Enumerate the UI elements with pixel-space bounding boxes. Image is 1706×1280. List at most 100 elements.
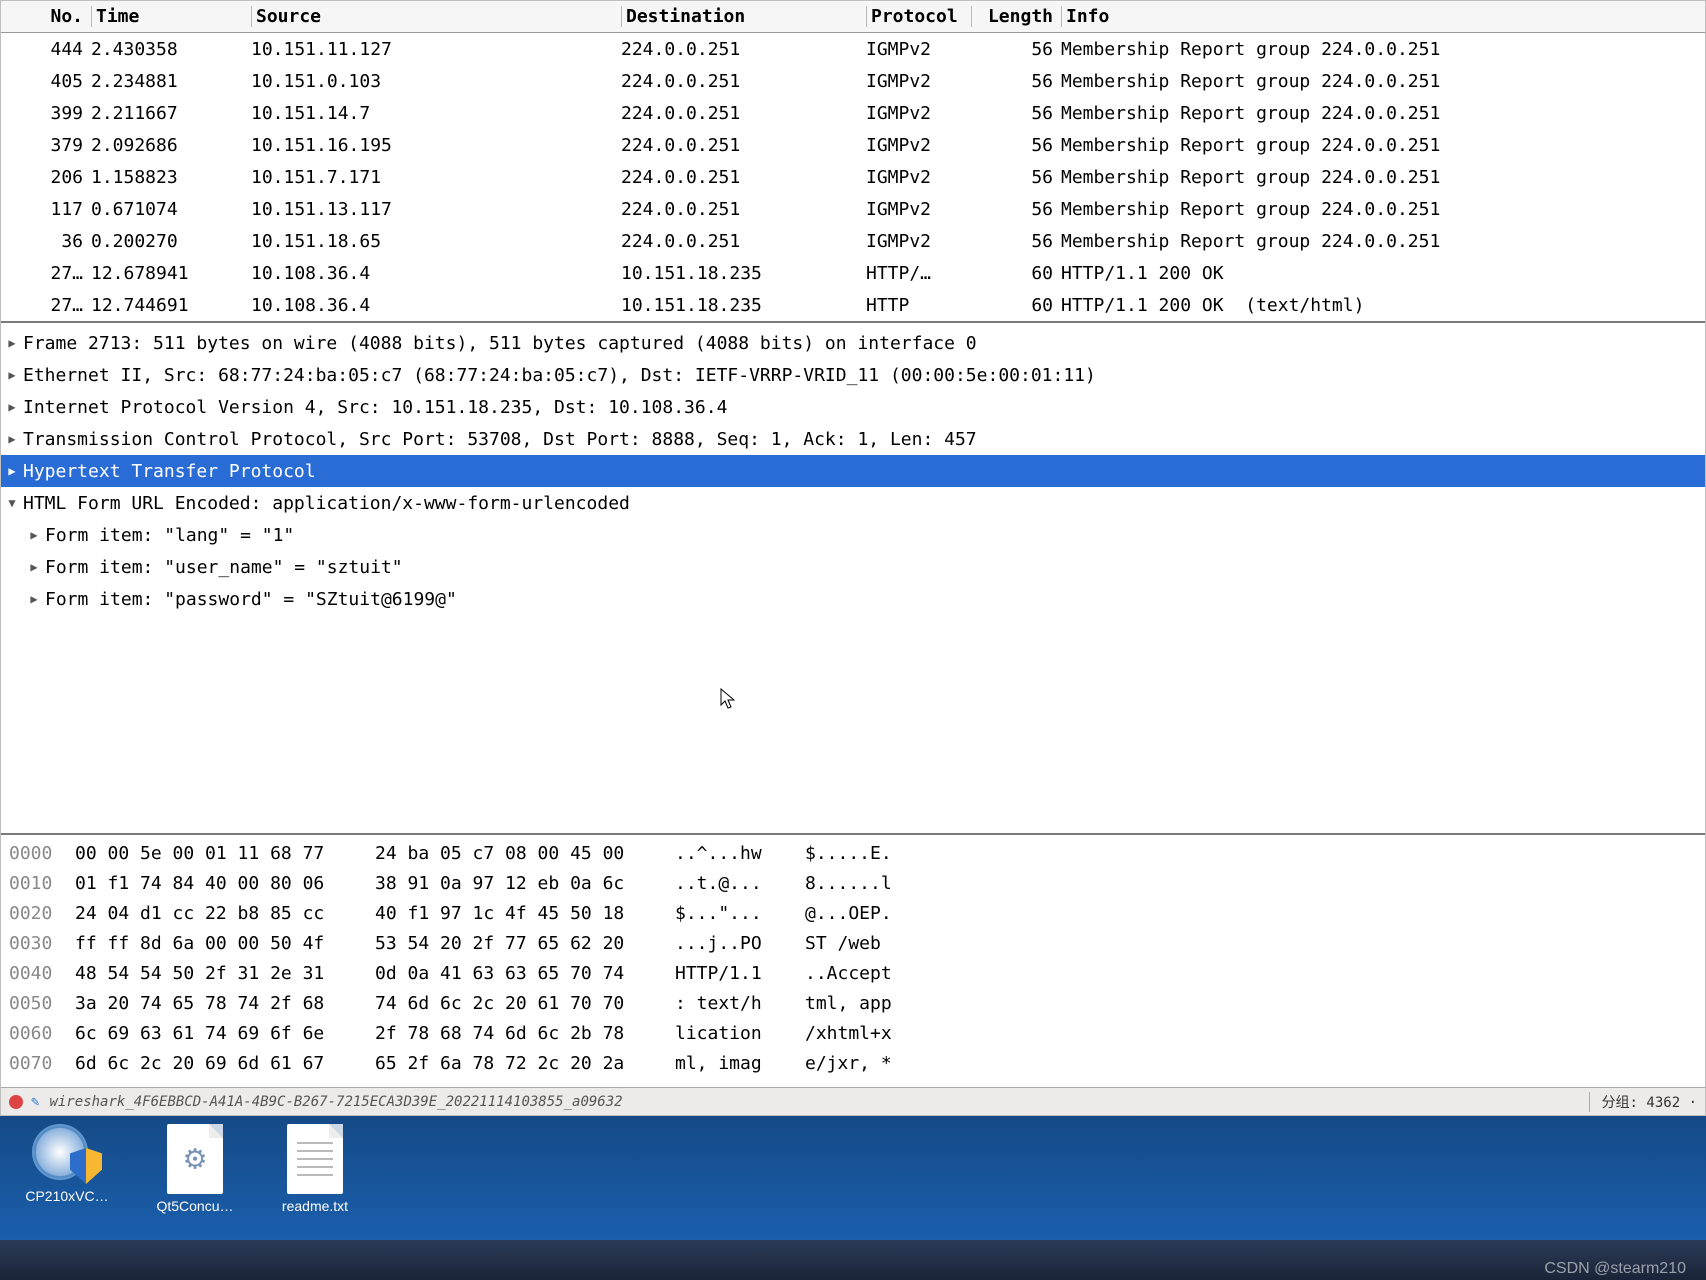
packet-list-header[interactable]: No. Time Source Destination Protocol Len… <box>1 1 1705 33</box>
col-header-time[interactable]: Time <box>91 6 251 27</box>
wireshark-window: No. Time Source Destination Protocol Len… <box>0 0 1706 1116</box>
packet-row[interactable]: 1170.67107410.151.13.117224.0.0.251IGMPv… <box>1 193 1705 225</box>
cell-proto: IGMPv2 <box>866 231 971 252</box>
packet-row[interactable]: 2061.15882310.151.7.171224.0.0.251IGMPv2… <box>1 161 1705 193</box>
packet-row[interactable]: 4442.43035810.151.11.127224.0.0.251IGMPv… <box>1 33 1705 65</box>
expert-info-icon[interactable]: ✎ <box>31 1094 39 1110</box>
hex-ascii: $.....E. <box>805 839 935 869</box>
tree-http[interactable]: ▶ Hypertext Transfer Protocol <box>1 455 1705 487</box>
hex-row[interactable]: 00503a 20 74 65 78 74 2f 6874 6d 6c 2c 2… <box>9 989 1697 1019</box>
cell-length: 60 <box>971 295 1061 316</box>
hex-row[interactable]: 001001 f1 74 84 40 00 80 0638 91 0a 97 1… <box>9 869 1697 899</box>
taskbar[interactable] <box>0 1240 1706 1280</box>
desktop-icon-qt5[interactable]: Qt5Concu… <box>140 1124 250 1214</box>
cell-dest: 224.0.0.251 <box>621 71 866 92</box>
cell-length: 60 <box>971 263 1061 284</box>
hex-bytes: 6d 6c 2c 20 69 6d 61 67 <box>75 1049 375 1079</box>
tree-form-item[interactable]: ▶ Form item: "lang" = "1" <box>1 519 1705 551</box>
hex-bytes: 2f 78 68 74 6d 6c 2b 78 <box>375 1019 675 1049</box>
expand-icon[interactable]: ▶ <box>1 336 23 350</box>
tree-frame-text: Frame 2713: 511 bytes on wire (4088 bits… <box>23 333 977 354</box>
cell-no: 27… <box>1 263 91 284</box>
packet-bytes-pane[interactable]: 000000 00 5e 00 01 11 68 7724 ba 05 c7 0… <box>1 835 1705 1087</box>
cell-no: 379 <box>1 135 91 156</box>
hex-bytes: 24 04 d1 cc 22 b8 85 cc <box>75 899 375 929</box>
tree-form-header[interactable]: ▼ HTML Form URL Encoded: application/x-w… <box>1 487 1705 519</box>
cell-no: 27… <box>1 295 91 316</box>
tree-frame[interactable]: ▶ Frame 2713: 511 bytes on wire (4088 bi… <box>1 327 1705 359</box>
file-text-icon <box>287 1124 343 1194</box>
cell-dest: 224.0.0.251 <box>621 199 866 220</box>
hex-bytes: 65 2f 6a 78 72 2c 20 2a <box>375 1049 675 1079</box>
hex-ascii: ml, imag <box>675 1049 805 1079</box>
hex-ascii: /xhtml+x <box>805 1019 935 1049</box>
cell-no: 405 <box>1 71 91 92</box>
tree-form-item[interactable]: ▶ Form item: "password" = "SZtuit@6199@" <box>1 583 1705 615</box>
hex-offset: 0070 <box>9 1049 75 1079</box>
hex-row[interactable]: 00606c 69 63 61 74 69 6f 6e2f 78 68 74 6… <box>9 1019 1697 1049</box>
tree-form-item[interactable]: ▶ Form item: "user_name" = "sztuit" <box>1 551 1705 583</box>
collapse-icon[interactable]: ▼ <box>1 496 23 510</box>
packet-details-pane[interactable]: ▶ Frame 2713: 511 bytes on wire (4088 bi… <box>1 323 1705 835</box>
hex-offset: 0040 <box>9 959 75 989</box>
tree-ip[interactable]: ▶ Internet Protocol Version 4, Src: 10.1… <box>1 391 1705 423</box>
packet-row[interactable]: 27…12.74469110.108.36.410.151.18.235HTTP… <box>1 289 1705 321</box>
col-header-source[interactable]: Source <box>251 6 621 27</box>
expand-icon[interactable]: ▶ <box>1 432 23 446</box>
cell-dest: 224.0.0.251 <box>621 231 866 252</box>
hex-ascii: tml, app <box>805 989 935 1019</box>
tree-ethernet[interactable]: ▶ Ethernet II, Src: 68:77:24:ba:05:c7 (6… <box>1 359 1705 391</box>
packet-list-pane[interactable]: No. Time Source Destination Protocol Len… <box>1 1 1705 323</box>
tree-tcp[interactable]: ▶ Transmission Control Protocol, Src Por… <box>1 423 1705 455</box>
hex-bytes: 53 54 20 2f 77 65 62 20 <box>375 929 675 959</box>
expand-icon[interactable]: ▶ <box>23 592 45 606</box>
col-header-info[interactable]: Info <box>1061 6 1696 27</box>
hex-ascii: : text/h <box>675 989 805 1019</box>
expand-icon[interactable]: ▶ <box>23 528 45 542</box>
expand-icon[interactable]: ▶ <box>1 368 23 382</box>
hex-bytes: 48 54 54 50 2f 31 2e 31 <box>75 959 375 989</box>
packet-row[interactable]: 360.20027010.151.18.65224.0.0.251IGMPv25… <box>1 225 1705 257</box>
desktop-icon-driver[interactable]: CP210xVC… <box>12 1124 122 1204</box>
hex-offset: 0010 <box>9 869 75 899</box>
hex-row[interactable]: 004048 54 54 50 2f 31 2e 310d 0a 41 63 6… <box>9 959 1697 989</box>
cell-info: Membership Report group 224.0.0.251 <box>1061 199 1696 220</box>
col-header-dest[interactable]: Destination <box>621 6 866 27</box>
expand-icon[interactable]: ▶ <box>1 464 23 478</box>
expand-icon[interactable]: ▶ <box>1 400 23 414</box>
col-header-proto[interactable]: Protocol <box>866 6 971 27</box>
desktop-icon-readme[interactable]: readme.txt <box>260 1124 370 1214</box>
cell-proto: HTTP/… <box>866 263 971 284</box>
cell-time: 2.234881 <box>91 71 251 92</box>
hex-bytes: ff ff 8d 6a 00 00 50 4f <box>75 929 375 959</box>
cell-info: Membership Report group 224.0.0.251 <box>1061 39 1696 60</box>
desktop-icon-label: readme.txt <box>260 1198 370 1214</box>
cell-time: 2.430358 <box>91 39 251 60</box>
packet-row[interactable]: 3992.21166710.151.14.7224.0.0.251IGMPv25… <box>1 97 1705 129</box>
col-header-length[interactable]: Length <box>971 6 1061 27</box>
hex-ascii: $..."... <box>675 899 805 929</box>
cell-length: 56 <box>971 103 1061 124</box>
col-header-no[interactable]: No. <box>1 6 91 27</box>
cell-length: 56 <box>971 231 1061 252</box>
cell-info: Membership Report group 224.0.0.251 <box>1061 231 1696 252</box>
desktop-icon-label: Qt5Concu… <box>140 1198 250 1214</box>
expand-icon[interactable]: ▶ <box>23 560 45 574</box>
hex-offset: 0050 <box>9 989 75 1019</box>
packet-row[interactable]: 3792.09268610.151.16.195224.0.0.251IGMPv… <box>1 129 1705 161</box>
cell-time: 0.200270 <box>91 231 251 252</box>
hex-row[interactable]: 000000 00 5e 00 01 11 68 7724 ba 05 c7 0… <box>9 839 1697 869</box>
cell-time: 12.744691 <box>91 295 251 316</box>
cell-length: 56 <box>971 135 1061 156</box>
hex-row[interactable]: 002024 04 d1 cc 22 b8 85 cc40 f1 97 1c 4… <box>9 899 1697 929</box>
cell-dest: 224.0.0.251 <box>621 135 866 156</box>
capture-recording-icon[interactable] <box>9 1095 23 1109</box>
cell-source: 10.151.13.117 <box>251 199 621 220</box>
tree-formhdr-text: HTML Form URL Encoded: application/x-www… <box>23 493 630 514</box>
hex-row[interactable]: 00706d 6c 2c 20 69 6d 61 6765 2f 6a 78 7… <box>9 1049 1697 1079</box>
hex-row[interactable]: 0030ff ff 8d 6a 00 00 50 4f53 54 20 2f 7… <box>9 929 1697 959</box>
hex-bytes: 0d 0a 41 63 63 65 70 74 <box>375 959 675 989</box>
packet-row[interactable]: 4052.23488110.151.0.103224.0.0.251IGMPv2… <box>1 65 1705 97</box>
hex-ascii: lication <box>675 1019 805 1049</box>
packet-row[interactable]: 27…12.67894110.108.36.410.151.18.235HTTP… <box>1 257 1705 289</box>
